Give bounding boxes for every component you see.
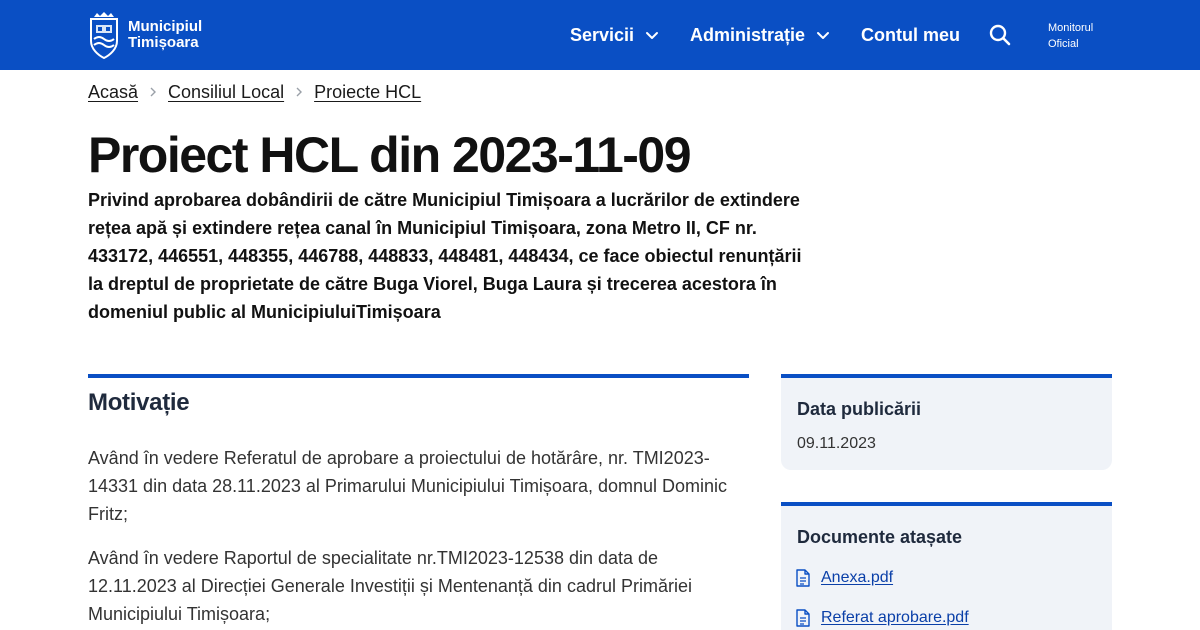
publication-title: Data publicării bbox=[797, 399, 922, 419]
page-title: Proiect HCL din 2023-11-09 bbox=[88, 127, 692, 183]
search-icon[interactable] bbox=[988, 23, 1012, 47]
page-subtitle: Privind aprobarea dobândirii de către Mu… bbox=[88, 190, 802, 322]
monitor-line-2: Oficial bbox=[1048, 38, 1079, 50]
breadcrumb: Acasă Consiliul Local Proiecte HCL bbox=[88, 80, 421, 104]
publication-date-card: Data publicării 09.11.2023 bbox=[781, 374, 1112, 470]
chevron-right-icon bbox=[150, 87, 157, 97]
motivation-paragraph: Având în vedere Referatul de aprobare a … bbox=[88, 448, 728, 524]
document-icon bbox=[796, 569, 810, 587]
publication-date: 09.11.2023 bbox=[797, 435, 876, 452]
nav-servicii[interactable]: Servicii bbox=[570, 24, 659, 46]
breadcrumb-proiecte-hcl[interactable]: Proiecte HCL bbox=[314, 80, 421, 104]
chevron-down-icon bbox=[646, 32, 659, 39]
document-link-anexa[interactable]: Anexa.pdf bbox=[795, 568, 893, 588]
document-link-text[interactable]: Anexa.pdf bbox=[821, 568, 893, 588]
motivation-title: Motivație bbox=[88, 389, 190, 416]
motivation-paragraph: Având în vedere Raportul de specialitate… bbox=[88, 548, 692, 624]
document-link-referat[interactable]: Referat aprobare.pdf bbox=[795, 608, 969, 628]
nav-label: Servicii bbox=[570, 25, 635, 45]
breadcrumb-consiliul-local[interactable]: Consiliul Local bbox=[168, 80, 284, 104]
document-link-text[interactable]: Referat aprobare.pdf bbox=[821, 608, 969, 628]
nav-contul-meu[interactable]: Contul meu bbox=[861, 24, 960, 46]
monitor-line-1: Monitorul bbox=[1048, 22, 1094, 34]
nav-label: Contul meu bbox=[861, 25, 960, 45]
document-icon bbox=[796, 609, 810, 627]
nav-administratie[interactable]: Administrație bbox=[690, 24, 830, 46]
nav-label: Administrație bbox=[690, 25, 806, 45]
attached-documents-card: Documente atașate Anexa.pdf Referat apro… bbox=[781, 502, 1112, 630]
motivation-section: Motivație Având în vedere Referatul de a… bbox=[88, 374, 749, 628]
breadcrumb-home[interactable]: Acasă bbox=[88, 80, 138, 104]
monitorul-oficial-link[interactable]: Monitorul Oficial bbox=[1048, 20, 1093, 52]
top-navigation-bar: Municipiul Timișoara Servicii Administra… bbox=[0, 0, 1200, 70]
chevron-down-icon bbox=[817, 32, 830, 39]
documents-title: Documente atașate bbox=[797, 527, 963, 547]
chevron-right-icon bbox=[296, 87, 303, 97]
main-nav: Servicii Administrație Contul meu Monito… bbox=[0, 0, 1200, 70]
